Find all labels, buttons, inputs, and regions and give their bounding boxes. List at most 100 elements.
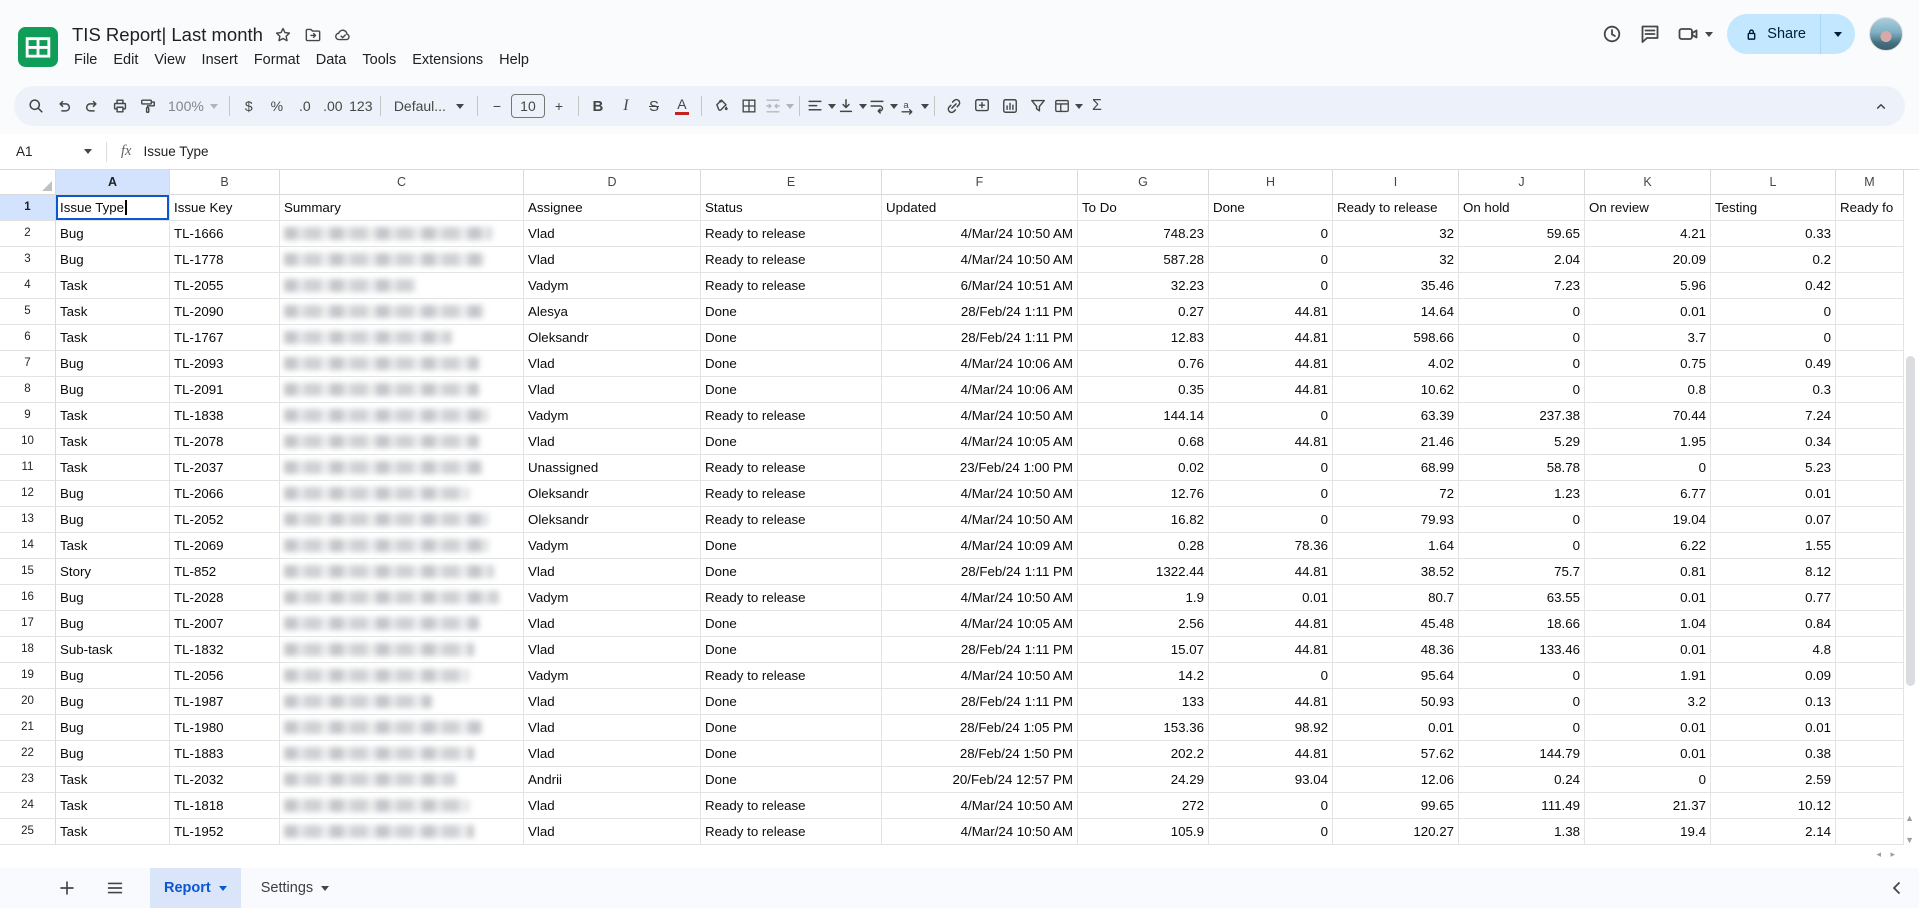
cell-M8[interactable]: [1836, 377, 1904, 403]
cell-L11[interactable]: 5.23: [1711, 455, 1836, 481]
cell-A8[interactable]: Bug: [56, 377, 170, 403]
cell-B12[interactable]: TL-2066: [170, 481, 280, 507]
cell-C1[interactable]: Summary: [280, 195, 524, 221]
cell-A17[interactable]: Bug: [56, 611, 170, 637]
cell-I23[interactable]: 12.06: [1333, 767, 1459, 793]
row-header-19[interactable]: 19: [0, 663, 56, 689]
cell-B9[interactable]: TL-1838: [170, 403, 280, 429]
cell-D5[interactable]: Alesya: [524, 299, 701, 325]
document-title[interactable]: TIS Report| Last month: [72, 24, 263, 46]
decrease-decimal-button[interactable]: .0: [291, 92, 319, 120]
cell-K21[interactable]: 0.01: [1585, 715, 1711, 741]
cell-B5[interactable]: TL-2090: [170, 299, 280, 325]
cell-D4[interactable]: Vadym: [524, 273, 701, 299]
cell-H16[interactable]: 0.01: [1209, 585, 1333, 611]
cell-E17[interactable]: Done: [701, 611, 882, 637]
cell-D6[interactable]: Oleksandr: [524, 325, 701, 351]
cell-G2[interactable]: 748.23: [1078, 221, 1209, 247]
cell-I17[interactable]: 45.48: [1333, 611, 1459, 637]
cell-H10[interactable]: 44.81: [1209, 429, 1333, 455]
cell-D25[interactable]: Vlad: [524, 819, 701, 845]
google-sheets-logo[interactable]: [18, 27, 58, 67]
cell-D10[interactable]: Vlad: [524, 429, 701, 455]
name-box-caret[interactable]: [84, 149, 92, 154]
spreadsheet-grid[interactable]: ABCDEFGHIJKLM1Issue TypeIssue KeySummary…: [0, 170, 1904, 845]
font-size-input[interactable]: 10: [511, 94, 545, 118]
cell-K16[interactable]: 0.01: [1585, 585, 1711, 611]
more-formats-button[interactable]: 123: [347, 92, 375, 120]
cell-J2[interactable]: 59.65: [1459, 221, 1585, 247]
cell-J16[interactable]: 63.55: [1459, 585, 1585, 611]
cell-M13[interactable]: [1836, 507, 1904, 533]
cell-L18[interactable]: 4.8: [1711, 637, 1836, 663]
cell-G1[interactable]: To Do: [1078, 195, 1209, 221]
search-menus-button[interactable]: [22, 92, 50, 120]
cell-E22[interactable]: Done: [701, 741, 882, 767]
cell-K9[interactable]: 70.44: [1585, 403, 1711, 429]
cell-L6[interactable]: 0: [1711, 325, 1836, 351]
cell-M19[interactable]: [1836, 663, 1904, 689]
cell-I9[interactable]: 63.39: [1333, 403, 1459, 429]
cell-B16[interactable]: TL-2028: [170, 585, 280, 611]
cell-J23[interactable]: 0.24: [1459, 767, 1585, 793]
cell-F5[interactable]: 28/Feb/24 1:11 PM: [882, 299, 1078, 325]
cell-J14[interactable]: 0: [1459, 533, 1585, 559]
cell-J21[interactable]: 0: [1459, 715, 1585, 741]
increase-decimal-button[interactable]: .00: [319, 92, 347, 120]
cell-F10[interactable]: 4/Mar/24 10:05 AM: [882, 429, 1078, 455]
cell-I7[interactable]: 4.02: [1333, 351, 1459, 377]
column-header-K[interactable]: K: [1585, 170, 1711, 195]
cell-G8[interactable]: 0.35: [1078, 377, 1209, 403]
tab-report-caret[interactable]: [219, 886, 227, 891]
cell-C24[interactable]: [280, 793, 524, 819]
cell-C10[interactable]: [280, 429, 524, 455]
cell-H6[interactable]: 44.81: [1209, 325, 1333, 351]
cell-H18[interactable]: 44.81: [1209, 637, 1333, 663]
cell-B20[interactable]: TL-1987: [170, 689, 280, 715]
cell-C18[interactable]: [280, 637, 524, 663]
cell-H9[interactable]: 0: [1209, 403, 1333, 429]
vertical-scrollbar[interactable]: [1906, 356, 1915, 686]
cell-A13[interactable]: Bug: [56, 507, 170, 533]
cell-H7[interactable]: 44.81: [1209, 351, 1333, 377]
cell-C5[interactable]: [280, 299, 524, 325]
cell-J11[interactable]: 58.78: [1459, 455, 1585, 481]
row-header-23[interactable]: 23: [0, 767, 56, 793]
cell-K5[interactable]: 0.01: [1585, 299, 1711, 325]
cell-M7[interactable]: [1836, 351, 1904, 377]
cell-C19[interactable]: [280, 663, 524, 689]
cell-G16[interactable]: 1.9: [1078, 585, 1209, 611]
cell-L4[interactable]: 0.42: [1711, 273, 1836, 299]
cell-M12[interactable]: [1836, 481, 1904, 507]
cell-H1[interactable]: Done: [1209, 195, 1333, 221]
cell-A18[interactable]: Sub-task: [56, 637, 170, 663]
cell-E5[interactable]: Done: [701, 299, 882, 325]
cell-H11[interactable]: 0: [1209, 455, 1333, 481]
cell-H5[interactable]: 44.81: [1209, 299, 1333, 325]
cell-J13[interactable]: 0: [1459, 507, 1585, 533]
cell-M16[interactable]: [1836, 585, 1904, 611]
cell-H2[interactable]: 0: [1209, 221, 1333, 247]
cell-L24[interactable]: 10.12: [1711, 793, 1836, 819]
cell-B2[interactable]: TL-1666: [170, 221, 280, 247]
cell-B15[interactable]: TL-852: [170, 559, 280, 585]
cell-D24[interactable]: Vlad: [524, 793, 701, 819]
cell-H8[interactable]: 44.81: [1209, 377, 1333, 403]
cell-J18[interactable]: 133.46: [1459, 637, 1585, 663]
fill-color-button[interactable]: [707, 92, 735, 120]
cell-M23[interactable]: [1836, 767, 1904, 793]
select-all-corner[interactable]: [0, 170, 56, 195]
cell-M17[interactable]: [1836, 611, 1904, 637]
cell-L9[interactable]: 7.24: [1711, 403, 1836, 429]
cell-C9[interactable]: [280, 403, 524, 429]
cell-C7[interactable]: [280, 351, 524, 377]
cell-J9[interactable]: 237.38: [1459, 403, 1585, 429]
cell-L5[interactable]: 0: [1711, 299, 1836, 325]
cell-G18[interactable]: 15.07: [1078, 637, 1209, 663]
cell-E18[interactable]: Done: [701, 637, 882, 663]
cell-J1[interactable]: On hold: [1459, 195, 1585, 221]
row-header-6[interactable]: 6: [0, 325, 56, 351]
cell-I3[interactable]: 32: [1333, 247, 1459, 273]
cell-I11[interactable]: 68.99: [1333, 455, 1459, 481]
cell-E25[interactable]: Ready to release: [701, 819, 882, 845]
